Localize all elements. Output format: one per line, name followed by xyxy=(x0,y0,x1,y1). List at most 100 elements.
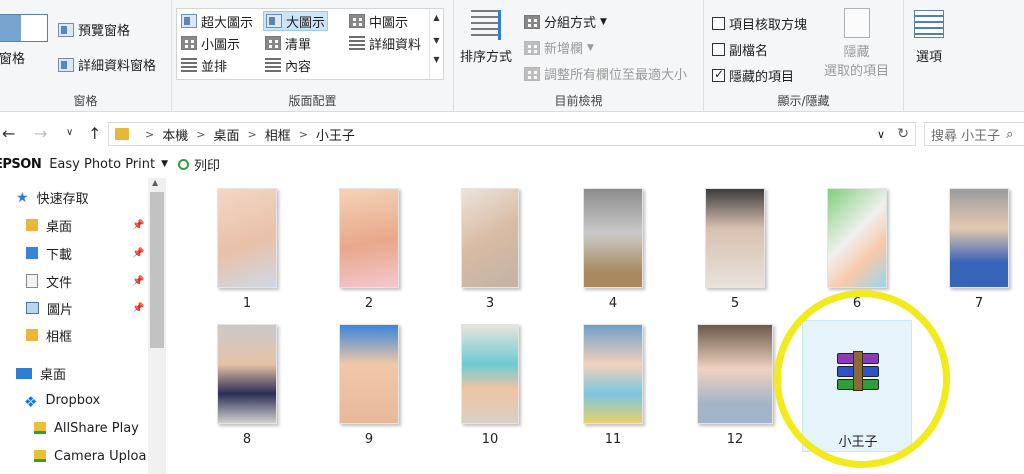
layout-label: 小圖示 xyxy=(201,37,241,53)
file-extensions-checkbox[interactable] xyxy=(712,43,725,56)
layout-tiles[interactable]: 並排 xyxy=(179,55,229,75)
navigation-pane: ★ 快速存取 桌面 📌 下載 📌 文件 📌 圖片 📌 相框 桌面 ❖ Dropbox… xyxy=(0,178,166,474)
nav-item-pictures[interactable]: 圖片 xyxy=(26,297,73,319)
chevron-down-icon: ▼ xyxy=(600,16,607,27)
group-by-button[interactable]: 分組方式 ▼ xyxy=(524,12,607,31)
pin-icon: 📌 xyxy=(132,220,145,231)
layout-details[interactable]: 詳細資料 xyxy=(347,33,423,53)
chevron-right-icon[interactable]: > xyxy=(299,128,308,141)
back-arrow-icon[interactable]: ← xyxy=(2,124,15,143)
nav-item-downloads[interactable]: 下載 xyxy=(26,242,72,264)
photo-thumbnail-11[interactable] xyxy=(583,324,643,424)
chevron-down-icon[interactable]: ▼ xyxy=(161,159,168,169)
chevron-right-icon[interactable]: > xyxy=(196,128,205,141)
ribbon: 覽窗格 預覽窗格 詳細資料窗格 窗格 版面配置 超大圖示 大圖示 中圖示 小圖示… xyxy=(0,0,1024,112)
hide-selected-button[interactable]: 隱藏 選取的項目 xyxy=(824,8,889,79)
size-all-columns-button[interactable]: 調整所有欄位至最適大小 xyxy=(524,64,687,83)
photo-thumbnail-4[interactable] xyxy=(583,188,643,288)
chevron-right-icon[interactable]: > xyxy=(145,128,154,141)
nav-item-desktop-pinned[interactable]: 桌面 xyxy=(26,214,72,236)
layout-small-icons[interactable]: 小圖示 xyxy=(179,33,242,53)
documents-icon xyxy=(26,274,38,288)
photo-thumbnail-3[interactable] xyxy=(461,188,519,288)
hidden-items-toggle[interactable]: 隱藏的項目 xyxy=(712,66,794,85)
address-bar[interactable]: > 本機 > 桌面 > 相框 > 小王子 ∨ ↻ xyxy=(108,122,916,146)
photo-thumbnail-1[interactable] xyxy=(217,188,277,288)
file-label: 11 xyxy=(604,432,622,447)
layout-extra-large-icons[interactable]: 超大圖示 xyxy=(179,11,255,31)
layout-gallery: 超大圖示 大圖示 中圖示 小圖示 清單 詳細資料 並排 內容 ▲ ▼ ▼ xyxy=(176,8,444,80)
nav-scrollbar[interactable]: ▲ xyxy=(148,178,166,474)
nav-item-dropbox[interactable]: ❖ Dropbox xyxy=(24,389,100,412)
up-arrow-icon[interactable]: ↑ xyxy=(88,124,101,143)
pin-icon: 📌 xyxy=(132,303,145,314)
preview-pane-button[interactable]: 預覽窗格 xyxy=(58,20,130,39)
sort-by-button[interactable]: 排序方式 xyxy=(460,10,512,65)
nav-item-documents[interactable]: 文件 xyxy=(26,270,72,292)
recent-locations-chevron-icon[interactable]: ∨ xyxy=(66,127,73,138)
file-label: 2 xyxy=(364,296,374,311)
refresh-icon[interactable]: ↻ xyxy=(897,126,909,142)
options-icon xyxy=(914,10,944,38)
extra-large-icons-icon xyxy=(181,14,197,28)
nav-label: 圖片 xyxy=(47,302,74,318)
scroll-up-icon[interactable]: ▲ xyxy=(430,13,443,22)
nav-item-frames[interactable]: 相框 xyxy=(26,324,72,346)
nav-label: 相框 xyxy=(46,329,73,345)
preview-pane-label: 預覽窗格 xyxy=(78,24,131,39)
search-input[interactable]: 搜尋 小王子 xyxy=(931,125,1000,144)
nav-label: 桌面 xyxy=(46,219,73,235)
layout-label: 中圖示 xyxy=(369,15,409,31)
size-columns-label: 調整所有欄位至最適大小 xyxy=(544,68,688,83)
hide-selected-icon xyxy=(843,8,870,38)
easy-photo-print-button[interactable]: Easy Photo Print xyxy=(49,157,155,172)
forward-arrow-icon[interactable]: → xyxy=(34,124,47,143)
item-checkboxes-checkbox[interactable] xyxy=(712,17,725,30)
layout-label: 清單 xyxy=(285,37,312,53)
hide-selected-label-2: 選取的項目 xyxy=(824,64,890,79)
download-folder-icon xyxy=(26,247,38,259)
scroll-down-icon[interactable]: ▼ xyxy=(430,36,443,45)
chevron-right-icon[interactable]: > xyxy=(247,128,256,141)
photo-thumbnail-6[interactable] xyxy=(827,188,887,288)
photo-thumbnail-8[interactable] xyxy=(217,324,277,424)
photo-thumbnail-2[interactable] xyxy=(339,188,399,288)
breadcrumb-current[interactable]: 小王子 xyxy=(316,125,355,144)
layout-gallery-scroll[interactable]: ▲ ▼ ▼ xyxy=(429,9,443,79)
breadcrumb-desktop[interactable]: 桌面 xyxy=(213,125,239,144)
tiles-icon xyxy=(181,58,197,72)
layout-list[interactable]: 清單 xyxy=(263,33,313,53)
layout-medium-icons[interactable]: 中圖示 xyxy=(347,11,410,31)
options-button[interactable]: 選項 xyxy=(914,10,944,65)
nav-item-desktop[interactable]: 桌面 xyxy=(16,362,66,384)
nav-item-quick-access[interactable]: ★ 快速存取 xyxy=(16,186,89,208)
scrollbar-thumb[interactable] xyxy=(150,192,164,348)
breadcrumb-this-pc[interactable]: 本機 xyxy=(162,125,188,144)
nav-item-allshare[interactable]: AllShare Play xyxy=(34,417,139,439)
navigation-pane-button[interactable]: 覽窗格 xyxy=(0,14,48,67)
print-button[interactable]: 列印 xyxy=(194,155,220,174)
details-pane-button[interactable]: 詳細資料窗格 xyxy=(58,55,156,74)
desktop-icon xyxy=(16,367,32,379)
scroll-up-icon[interactable]: ▲ xyxy=(152,178,158,187)
photo-thumbnail-7[interactable] xyxy=(949,188,1009,288)
item-checkboxes-toggle[interactable]: 項目核取方塊 xyxy=(712,14,807,33)
layout-large-icons[interactable]: 大圖示 xyxy=(263,11,329,31)
file-label: 9 xyxy=(364,432,374,447)
hidden-items-checkbox[interactable] xyxy=(712,67,725,82)
address-dropdown-icon[interactable]: ∨ xyxy=(877,128,885,141)
add-columns-button[interactable]: 新增欄 ▼ xyxy=(524,38,594,57)
photo-thumbnail-10[interactable] xyxy=(461,324,519,424)
list-icon xyxy=(265,36,281,50)
expand-gallery-icon[interactable]: ▼ xyxy=(430,55,443,64)
search-box[interactable]: 搜尋 小王子 ⌕ xyxy=(924,122,1024,146)
file-extensions-toggle[interactable]: 副檔名 xyxy=(712,40,768,59)
photo-thumbnail-9[interactable] xyxy=(339,324,399,424)
breadcrumb-frames[interactable]: 相框 xyxy=(265,125,291,144)
layout-content[interactable]: 內容 xyxy=(263,55,313,75)
photo-thumbnail-5[interactable] xyxy=(705,188,765,288)
photo-thumbnail-12[interactable] xyxy=(697,324,773,424)
content-icon xyxy=(265,58,281,72)
small-icons-icon xyxy=(181,36,197,50)
nav-item-camera-uploads[interactable]: Camera Uploa xyxy=(34,445,146,467)
